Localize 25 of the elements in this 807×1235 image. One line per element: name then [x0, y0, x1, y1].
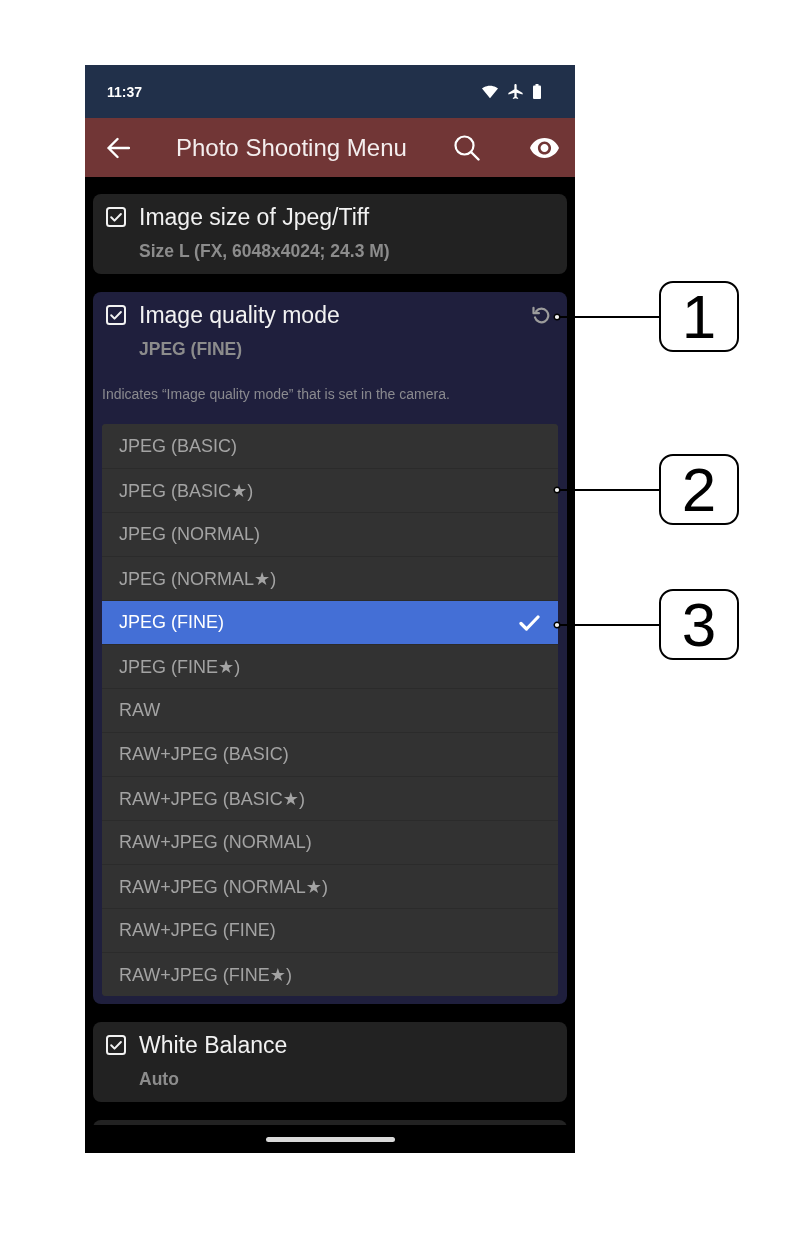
- callout-label: 3: [659, 589, 739, 660]
- setting-title: Image quality mode: [139, 301, 341, 329]
- app-bar-title: Photo Shooting Menu: [176, 133, 408, 162]
- back-arrow-icon[interactable]: [106, 136, 130, 159]
- setting-title: Image size of Jpeg/Tiff: [139, 203, 371, 231]
- option-item[interactable]: JPEG (FINE): [102, 600, 558, 644]
- checkbox[interactable]: [106, 207, 126, 227]
- search-icon[interactable]: [454, 134, 480, 161]
- battery-icon: [533, 84, 541, 99]
- status-time: 11:37: [107, 83, 144, 100]
- wifi-icon: [482, 84, 498, 99]
- callout-label: 2: [659, 454, 739, 525]
- setting-value: Auto: [139, 1069, 179, 1089]
- reset-icon[interactable]: [532, 306, 550, 324]
- setting-value: Size L (FX, 6048x4024; 24.3 M): [139, 241, 390, 261]
- setting-title: White Balance: [139, 1031, 289, 1059]
- callout-label: 1: [659, 281, 739, 352]
- airplane-icon: [508, 84, 523, 99]
- eye-icon[interactable]: [530, 137, 559, 158]
- checkbox[interactable]: [106, 305, 126, 325]
- option-item[interactable]: RAW+JPEG (FINE★): [102, 952, 558, 996]
- check-icon: [519, 614, 540, 631]
- setting-description: Indicates “Image quality mode” that is set in the camera.: [102, 386, 450, 402]
- setting-value: JPEG (FINE): [139, 339, 243, 359]
- checkbox[interactable]: [106, 1035, 126, 1055]
